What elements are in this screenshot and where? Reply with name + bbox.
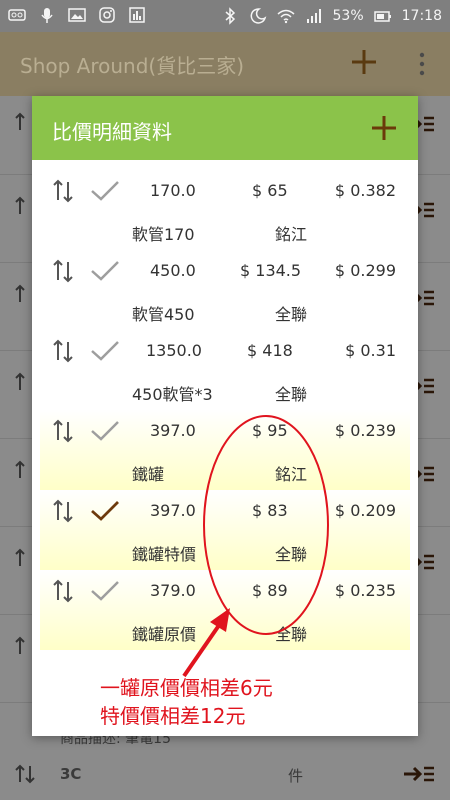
amount: 379.0 (150, 581, 196, 600)
store-name: 銘江 (275, 225, 308, 244)
unit-price: $ 0.299 (334, 261, 396, 280)
sort-icon (15, 764, 35, 784)
unit-price: $ 0.31 (345, 341, 396, 360)
battery-icon (373, 11, 391, 22)
status-bar: 53% 17:18 (0, 0, 450, 32)
sort-icon[interactable] (52, 418, 74, 444)
item-name: 軟管170 (132, 225, 195, 244)
check-selected-icon[interactable] (90, 500, 120, 522)
amount: 170.0 (150, 181, 196, 200)
item-name: 450軟管*3 (132, 385, 213, 404)
store-name: 全聯 (275, 305, 308, 324)
do-not-disturb-icon (250, 8, 266, 24)
add-icon[interactable] (370, 114, 398, 142)
item-name: 軟管450 (132, 305, 195, 324)
unit-label: 件 (288, 767, 304, 785)
sort-icon[interactable] (52, 578, 74, 604)
more-menu-icon[interactable] (414, 50, 430, 78)
unit-price: $ 0.382 (334, 181, 396, 200)
signal-icon (306, 9, 321, 23)
add-icon[interactable] (350, 48, 378, 76)
voicemail-icon (8, 9, 26, 21)
sort-icon[interactable] (52, 498, 74, 524)
unit-price: $ 0.209 (334, 501, 396, 520)
app-title: Shop Around(貨比三家) (20, 54, 245, 78)
wifi-icon (277, 9, 295, 24)
check-icon[interactable] (90, 180, 120, 202)
bluetooth-icon (225, 7, 235, 25)
price: $ 65 (252, 181, 288, 200)
amount: 397.0 (150, 421, 196, 440)
app-toolbar: Shop Around(貨比三家) (0, 32, 450, 96)
amount: 397.0 (150, 501, 196, 520)
battery-percent: 53% (332, 8, 364, 24)
annotation-line-2: 特價價相差12元 (100, 704, 246, 728)
price: $ 418 (247, 341, 293, 360)
category-name: 3C (60, 765, 82, 783)
annotation-arrow (182, 608, 230, 678)
dialog-header: 比價明細資料 (32, 96, 418, 160)
amount: 1350.0 (146, 341, 202, 360)
check-icon[interactable] (90, 340, 120, 362)
annotation-line-1: 一罐原價價相差6元 (100, 676, 273, 700)
check-icon[interactable] (90, 260, 120, 282)
price-row[interactable]: 450.0 $ 134.5 $ 0.299 軟管450 全聯 (40, 250, 410, 330)
item-name: 鐵罐特價 (132, 545, 197, 564)
clock: 17:18 (401, 8, 442, 24)
item-name: 鐵罐 (132, 465, 165, 484)
sort-icon[interactable] (52, 178, 74, 204)
dialog-title: 比價明細資料 (52, 120, 172, 144)
check-icon[interactable] (90, 580, 120, 602)
unit-price: $ 0.235 (334, 581, 396, 600)
price-row[interactable]: 1350.0 $ 418 $ 0.31 450軟管*3 全聯 (40, 330, 410, 410)
sort-icon[interactable] (52, 338, 74, 364)
bar-chart-icon (129, 7, 145, 23)
store-name: 全聯 (275, 385, 308, 404)
sort-icon[interactable] (52, 258, 74, 284)
check-icon[interactable] (90, 420, 120, 442)
image-icon (68, 8, 86, 22)
move-arrow-icon[interactable] (402, 764, 436, 784)
unit-price: $ 0.239 (334, 421, 396, 440)
price-row[interactable]: 170.0 $ 65 $ 0.382 軟管170 銘江 (40, 170, 410, 250)
price: $ 134.5 (240, 261, 302, 280)
instagram-icon (99, 7, 115, 23)
microphone-icon (41, 8, 53, 23)
amount: 450.0 (150, 261, 196, 280)
